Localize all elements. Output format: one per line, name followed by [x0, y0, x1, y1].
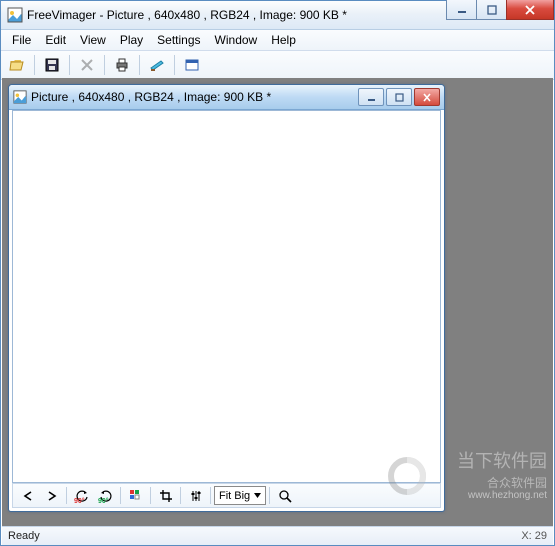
titlebar: FreeVimager - Picture , 640x480 , RGB24 …	[1, 1, 554, 30]
child-close-button[interactable]	[414, 88, 440, 106]
watermark: 当下软件园 合众软件园 www.hezhong.net	[457, 451, 547, 502]
main-toolbar	[1, 51, 554, 80]
toolbar-separator	[174, 55, 175, 75]
child-titlebar[interactable]: Picture , 640x480 , RGB24 , Image: 900 K…	[9, 85, 444, 110]
app-icon	[7, 7, 23, 23]
statusbar: Ready X: 29	[2, 526, 553, 545]
toolbar-separator	[34, 55, 35, 75]
crop-button[interactable]	[154, 485, 177, 506]
rotate-cw-button[interactable]: 90°	[94, 485, 117, 506]
toolbar-separator	[150, 487, 151, 504]
child-window: Picture , 640x480 , RGB24 , Image: 900 K…	[8, 84, 445, 512]
zoom-mode-value: Fit Big	[219, 490, 250, 502]
toolbar-separator	[139, 55, 140, 75]
close-button[interactable]	[506, 0, 554, 20]
child-minimize-button[interactable]	[358, 88, 384, 106]
toolbar-separator	[180, 487, 181, 504]
menu-edit[interactable]: Edit	[38, 31, 73, 49]
child-title: Picture , 640x480 , RGB24 , Image: 900 K…	[31, 90, 271, 104]
image-canvas[interactable]	[12, 110, 441, 483]
child-controls	[358, 88, 440, 106]
menu-settings[interactable]: Settings	[150, 31, 207, 49]
delete-button[interactable]	[75, 53, 99, 77]
status-coords: X: 29	[521, 530, 547, 542]
dropdown-icon	[254, 493, 261, 498]
mdi-workspace: Picture , 640x480 , RGB24 , Image: 900 K…	[2, 78, 553, 526]
menubar: File Edit View Play Settings Window Help	[1, 30, 554, 51]
toolbar-separator	[69, 55, 70, 75]
window-controls	[447, 0, 554, 20]
print-button[interactable]	[110, 53, 134, 77]
open-button[interactable]	[5, 53, 29, 77]
toolbar-separator	[104, 55, 105, 75]
app-window: FreeVimager - Picture , 640x480 , RGB24 …	[0, 0, 555, 546]
adjust-button[interactable]	[184, 485, 207, 506]
rotate-ccw-button[interactable]: 90°	[70, 485, 93, 506]
fullscreen-button[interactable]	[180, 53, 204, 77]
window-title: FreeVimager - Picture , 640x480 , RGB24 …	[27, 8, 347, 22]
rgb-button[interactable]	[124, 485, 147, 506]
menu-help[interactable]: Help	[264, 31, 303, 49]
status-text: Ready	[8, 530, 40, 542]
menu-play[interactable]: Play	[113, 31, 150, 49]
child-icon	[13, 90, 27, 104]
toolbar-separator	[210, 487, 211, 504]
menu-view[interactable]: View	[73, 31, 113, 49]
next-button[interactable]	[40, 485, 63, 506]
toolbar-separator	[66, 487, 67, 504]
toolbar-separator	[269, 487, 270, 504]
maximize-button[interactable]	[476, 0, 507, 20]
minimize-button[interactable]	[446, 0, 477, 20]
save-button[interactable]	[40, 53, 64, 77]
menu-window[interactable]: Window	[208, 31, 265, 49]
menu-file[interactable]: File	[5, 31, 38, 49]
prev-button[interactable]	[16, 485, 39, 506]
child-maximize-button[interactable]	[386, 88, 412, 106]
child-toolbar: 90° 90° Fit Big	[12, 483, 441, 508]
zoom-mode-select[interactable]: Fit Big	[214, 486, 266, 505]
zoom-button[interactable]	[273, 485, 296, 506]
scan-button[interactable]	[145, 53, 169, 77]
toolbar-separator	[120, 487, 121, 504]
